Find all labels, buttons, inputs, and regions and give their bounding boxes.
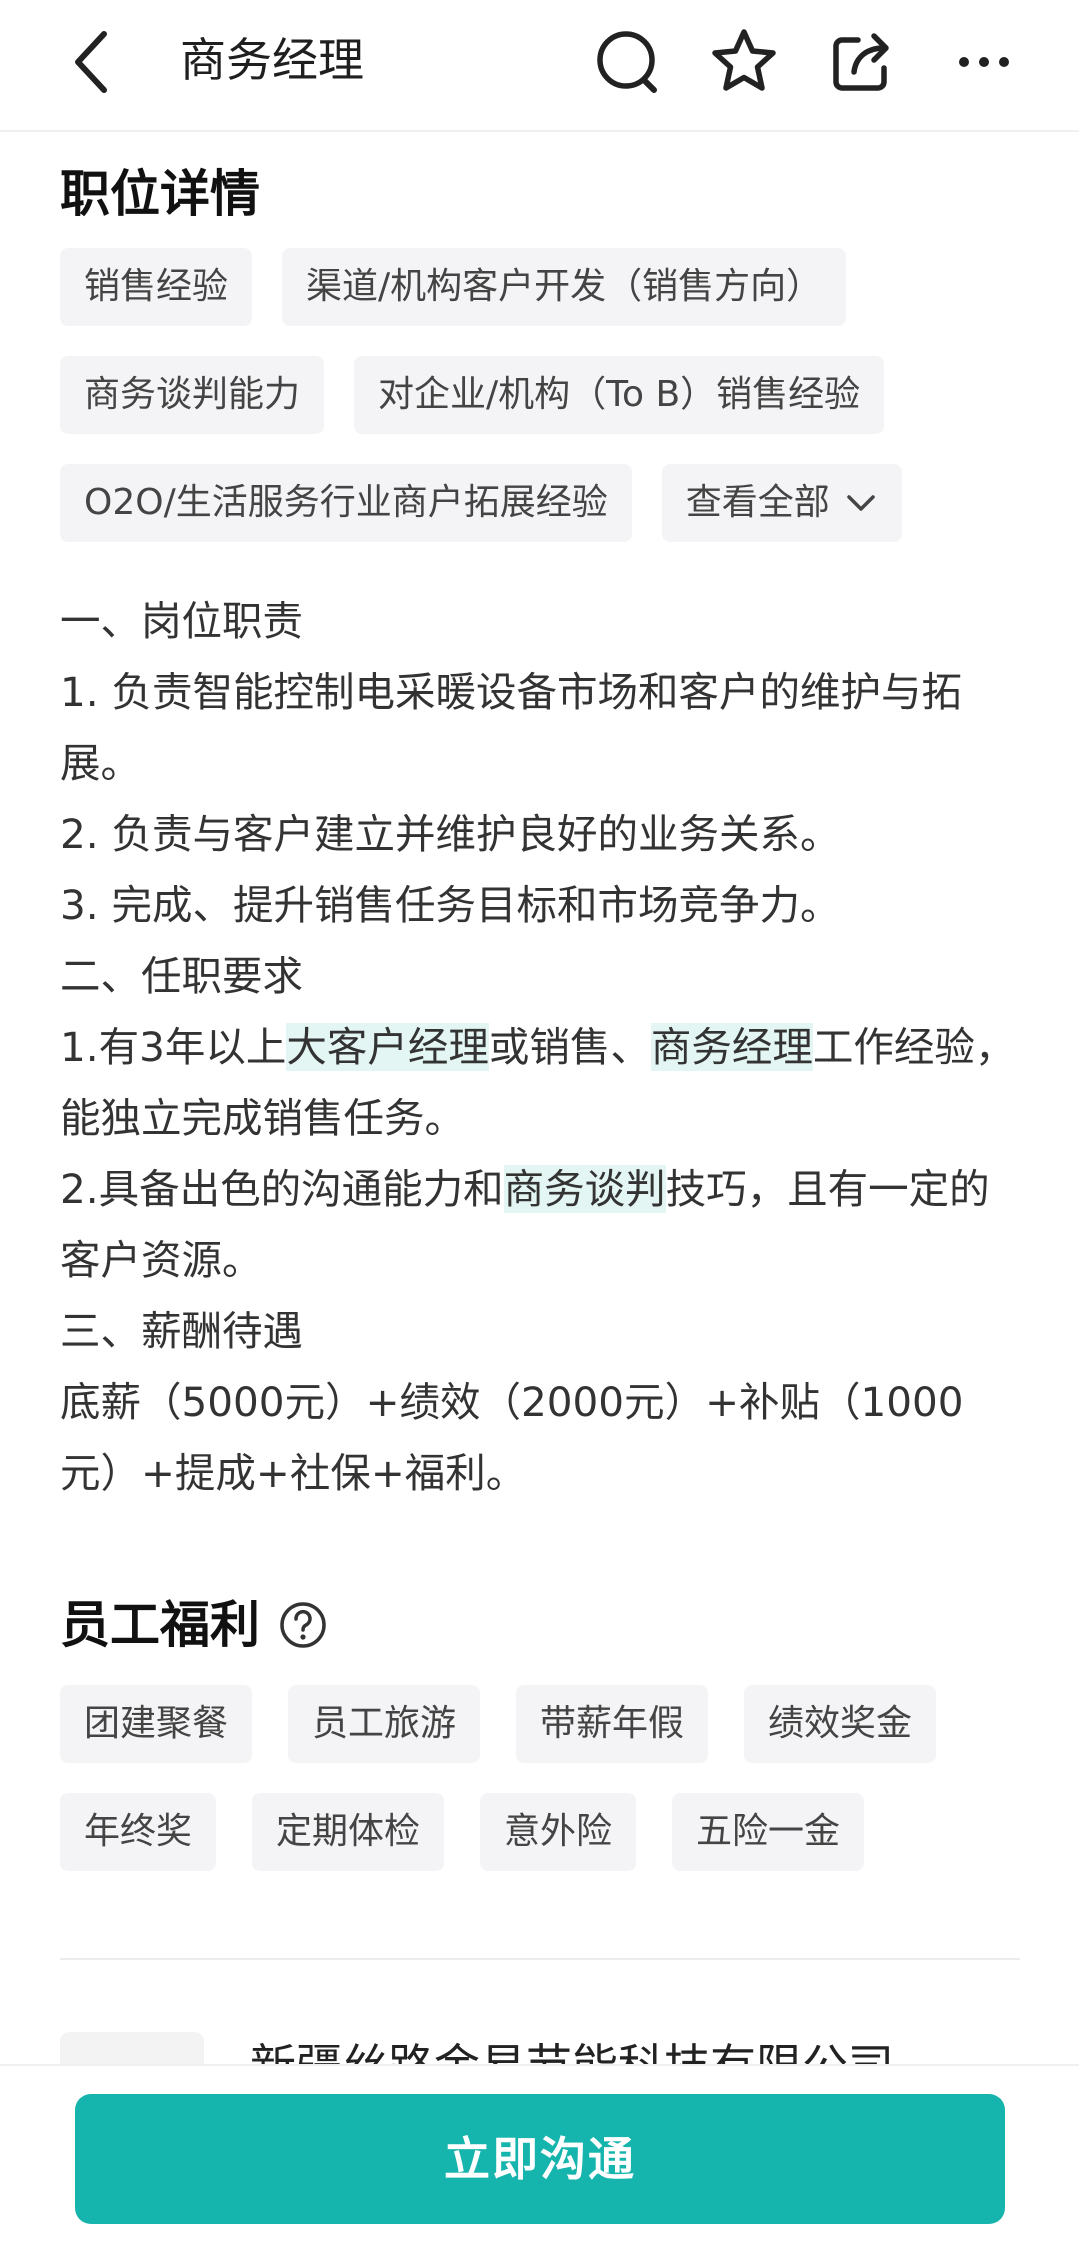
star-icon[interactable] [704,22,784,102]
desc-line: 1. 负责智能控制电采暖设备市场和客户的维护与拓展。 [60,668,963,787]
keyword-highlight[interactable]: 大客户经理 [286,1023,489,1071]
keyword-highlight[interactable]: 商务经理 [650,1023,813,1071]
desc-line: 一、岗位职责 [60,597,303,645]
benefit-tag: 年终奖 [60,1793,217,1871]
benefit-tag: 绩效奖金 [744,1685,937,1763]
skill-tag: 商务谈判能力 [60,356,325,434]
benefit-tag: 五险一金 [672,1793,865,1871]
share-icon[interactable] [822,22,902,102]
benefits-header: 员工福利 [60,1589,1020,1661]
more-icon[interactable] [944,22,1024,102]
bottom-action-bar: 立即沟通 [0,2064,1079,2268]
benefit-tag: 员工旅游 [288,1685,481,1763]
company-name[interactable]: 新疆丝路金易节能科技有限公司 [250,2028,894,2064]
benefit-tag: 带薪年假 [516,1685,709,1763]
desc-line: 2.具备出色的沟通能力和商务谈判技巧，且有一定的客户资源。 [60,1154,1020,1296]
benefit-tags: 团建聚餐 员工旅游 带薪年假 绩效奖金 年终奖 定期体检 意外险 五险一金 [60,1685,1020,1871]
search-icon[interactable] [588,22,668,102]
desc-text: 或销售、 [488,1023,651,1071]
view-all-tags-button[interactable]: 查看全部 [661,464,902,542]
divider [60,1958,1020,1960]
skill-tag: 销售经验 [60,248,253,326]
help-icon[interactable] [278,1600,328,1650]
back-icon[interactable] [60,22,130,102]
top-bar: 商务经理 [0,0,1079,132]
view-all-label: 查看全部 [685,482,830,523]
desc-text: 2.具备出色的沟通能力和 [60,1165,504,1213]
skill-tag: 对企业/机构（To B）销售经验 [354,356,885,434]
desc-line: 2. 负责与客户建立并维护良好的业务关系。 [60,810,841,858]
desc-text: 1.有3年以上 [60,1023,287,1071]
skill-tag: O2O/生活服务行业商户拓展经验 [60,464,632,542]
keyword-highlight[interactable]: 商务谈判 [503,1165,666,1213]
chat-now-button[interactable]: 立即沟通 [75,2094,1005,2224]
skill-tags: 销售经验 渠道/机构客户开发（销售方向） 商务谈判能力 对企业/机构（To B）… [60,248,1020,542]
page-title: 商务经理 [180,33,364,87]
benefit-tag: 意外险 [480,1793,637,1871]
job-detail-content: 职位详情 销售经验 渠道/机构客户开发（销售方向） 商务谈判能力 对企业/机构（… [60,132,1020,1871]
desc-line: 3. 完成、提升销售任务目标和市场竞争力。 [60,881,841,929]
chevron-down-icon [846,495,875,511]
desc-line: 1.有3年以上大客户经理或销售、商务经理工作经验， 能独立完成销售任务。 [60,1012,1020,1154]
job-description: 一、岗位职责 1. 负责智能控制电采暖设备市场和客户的维护与拓展。 2. 负责与… [60,586,1020,1509]
desc-line: 底薪（5000元）+绩效（2000元）+补贴（1000元）+提成+社保+福利。 [60,1378,964,1497]
section-title-benefits: 员工福利 [60,1596,260,1654]
desc-line: 三、薪酬待遇 [60,1307,303,1355]
desc-line: 二、任职要求 [60,952,303,1000]
benefit-tag: 定期体检 [252,1793,445,1871]
benefit-tag: 团建聚餐 [60,1685,253,1763]
section-title-job-details: 职位详情 [60,165,260,223]
skill-tag: 渠道/机构客户开发（销售方向） [282,248,847,326]
